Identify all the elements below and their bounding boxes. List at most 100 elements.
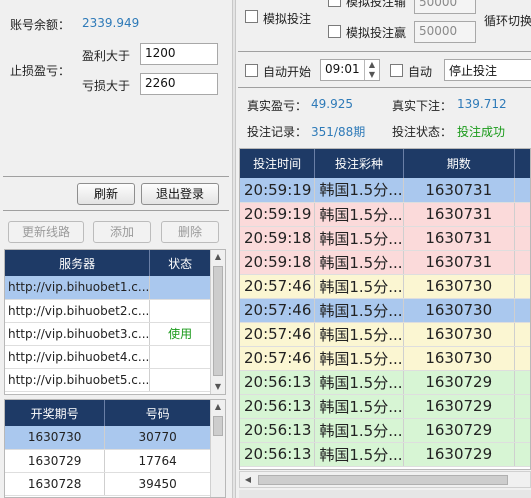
bet-time: 20:57:46 — [240, 346, 316, 371]
bet-row[interactable]: 20:56:13 韩国1.5分... 1630729 — [240, 418, 530, 443]
bet-time: 20:56:13 — [240, 418, 316, 443]
draw-row[interactable]: 1630728 39450 — [5, 472, 211, 496]
sim-win-checkbox[interactable] — [328, 25, 341, 38]
sim-win-label: 模拟投注赢 — [346, 26, 407, 40]
scroll-thumb[interactable] — [213, 416, 223, 436]
real-profit-label: 真实盈亏： — [247, 99, 308, 113]
column-header-period[interactable]: 开奖期号 — [5, 400, 106, 426]
scroll-up-icon[interactable]: ▲ — [211, 400, 225, 414]
refresh-button[interactable]: 刷新 — [77, 183, 135, 205]
bet-period: 1630729 — [403, 394, 515, 419]
server-url: http://vip.bihuobet3.c... — [5, 322, 151, 346]
draw-number: 17764 — [104, 449, 211, 473]
server-row[interactable]: http://vip.bihuobet3.c... 使用 — [5, 322, 211, 346]
bet-extra — [514, 346, 530, 371]
bet-period: 1630730 — [403, 298, 515, 323]
bet-extra — [514, 418, 530, 443]
bet-row[interactable]: 20:56:13 韩国1.5分... 1630729 — [240, 442, 530, 467]
bet-extra — [514, 274, 530, 299]
server-table-container: 服务器 状态 http://vip.bihuobet1.c... http://… — [4, 249, 226, 395]
server-table: 服务器 状态 http://vip.bihuobet1.c... http://… — [5, 250, 211, 392]
sim-lose-input[interactable]: 50000 — [414, 0, 476, 14]
bet-period: 1630730 — [403, 274, 515, 299]
bet-row[interactable]: 20:57:46 韩国1.5分... 1630730 — [240, 298, 530, 323]
bet-period: 1630731 — [403, 226, 515, 251]
column-header-bet-time[interactable]: 投注时间 — [240, 149, 316, 178]
bet-row[interactable]: 20:57:46 韩国1.5分... 1630730 — [240, 322, 530, 347]
server-status — [149, 299, 211, 323]
divider — [3, 210, 229, 211]
bet-row[interactable]: 20:56:13 韩国1.5分... 1630729 — [240, 394, 530, 419]
add-server-button[interactable]: 添加 — [93, 221, 151, 243]
sim-lose-checkbox[interactable] — [328, 0, 341, 7]
column-header-bet-period[interactable]: 期数 — [403, 149, 515, 178]
column-header-status[interactable]: 状态 — [149, 250, 211, 276]
profit-threshold-input[interactable]: 1200 — [140, 43, 218, 65]
scroll-up-icon[interactable]: ▲ — [211, 250, 225, 264]
bet-row[interactable]: 20:59:19 韩国1.5分... 1630731 — [240, 178, 530, 203]
bet-time: 20:57:46 — [240, 298, 316, 323]
auto-start-checkbox[interactable] — [245, 64, 258, 77]
divider — [238, 51, 531, 52]
server-row[interactable]: http://vip.bihuobet4.c... — [5, 345, 211, 369]
logout-button[interactable]: 退出登录 — [141, 183, 219, 205]
scroll-left-icon[interactable]: ◀ — [242, 474, 254, 486]
column-header-extra — [514, 149, 530, 178]
bet-game: 韩国1.5分... — [314, 418, 404, 443]
scroll-thumb[interactable] — [258, 475, 508, 485]
bet-extra — [514, 394, 530, 419]
spin-down-icon[interactable]: ▼ — [365, 70, 379, 80]
bets-horizontal-scrollbar[interactable]: ◀ — [239, 471, 531, 488]
column-header-bet-game[interactable]: 投注彩种 — [314, 149, 404, 178]
real-bet-value: 139.712 — [457, 97, 507, 111]
spin-up-icon[interactable]: ▲ — [365, 60, 379, 70]
bet-row[interactable]: 20:59:19 韩国1.5分... 1630731 — [240, 202, 530, 227]
draw-number: 39450 — [104, 472, 211, 496]
loss-threshold-input[interactable]: 2260 — [140, 73, 218, 95]
draw-period: 1630730 — [5, 426, 106, 450]
draw-row[interactable]: 1630730 30770 — [5, 426, 211, 450]
draw-number: 30770 — [104, 426, 211, 450]
delete-server-button[interactable]: 删除 — [161, 221, 219, 243]
time-spinner[interactable]: ▲ ▼ — [364, 60, 379, 80]
loss-label: 亏损大于 — [82, 79, 131, 93]
server-row[interactable]: http://vip.bihuobet1.c... — [5, 276, 211, 300]
bet-row[interactable]: 20:57:46 韩国1.5分... 1630730 — [240, 346, 530, 371]
server-row[interactable]: http://vip.bihuobet5.c... — [5, 368, 211, 392]
draw-table-scrollbar[interactable]: ▲ — [210, 400, 225, 497]
column-header-number[interactable]: 号码 — [104, 400, 211, 426]
server-url: http://vip.bihuobet5.c... — [5, 368, 151, 392]
panel-splitter[interactable] — [232, 0, 236, 498]
sim-bet-label: 模拟投注 — [263, 12, 312, 26]
column-header-server[interactable]: 服务器 — [5, 250, 151, 276]
auto-checkbox[interactable] — [390, 64, 403, 77]
bet-extra — [514, 202, 530, 227]
auto-start-row: 自动开始 09:01 ▲ ▼ 自动 停止投注 — [238, 56, 531, 84]
bet-period: 1630731 — [403, 250, 515, 275]
real-profit-value: 49.925 — [311, 97, 353, 111]
scroll-thumb[interactable] — [213, 266, 223, 376]
stop-option-select[interactable]: 停止投注 — [444, 59, 531, 81]
scroll-down-icon[interactable]: ▼ — [211, 380, 225, 394]
update-routes-button[interactable]: 更新线路 — [8, 221, 84, 243]
server-row[interactable]: http://vip.bihuobet2.c... — [5, 299, 211, 323]
bet-row[interactable]: 20:57:46 韩国1.5分... 1630730 — [240, 274, 530, 299]
auto-start-label: 自动开始 — [263, 65, 312, 79]
sim-win-input[interactable]: 50000 — [414, 21, 476, 43]
bet-time: 20:56:13 — [240, 370, 316, 395]
bets-table-container: 投注时间 投注彩种 期数 20:59:19 韩国1.5分... 1630731 20:… — [239, 148, 531, 470]
divider — [3, 176, 229, 177]
bet-row[interactable]: 20:56:13 韩国1.5分... 1630729 — [240, 370, 530, 395]
sim-lose-label: 模拟投注输 — [346, 0, 407, 9]
server-table-scrollbar[interactable]: ▲ ▼ — [210, 250, 225, 394]
server-url: http://vip.bihuobet2.c... — [5, 299, 151, 323]
bet-row[interactable]: 20:59:18 韩国1.5分... 1630731 — [240, 226, 530, 251]
sim-bet-checkbox[interactable] — [245, 10, 258, 23]
bet-period: 1630729 — [403, 370, 515, 395]
bet-time: 20:57:46 — [240, 274, 316, 299]
bet-extra — [514, 178, 530, 203]
draw-row[interactable]: 1630729 17764 — [5, 449, 211, 473]
bet-row[interactable]: 20:59:18 韩国1.5分... 1630731 — [240, 250, 530, 275]
bets-table-body: 20:59:19 韩国1.5分... 1630731 20:59:19 韩国1.5分..… — [240, 178, 530, 467]
bet-time: 20:56:13 — [240, 394, 316, 419]
